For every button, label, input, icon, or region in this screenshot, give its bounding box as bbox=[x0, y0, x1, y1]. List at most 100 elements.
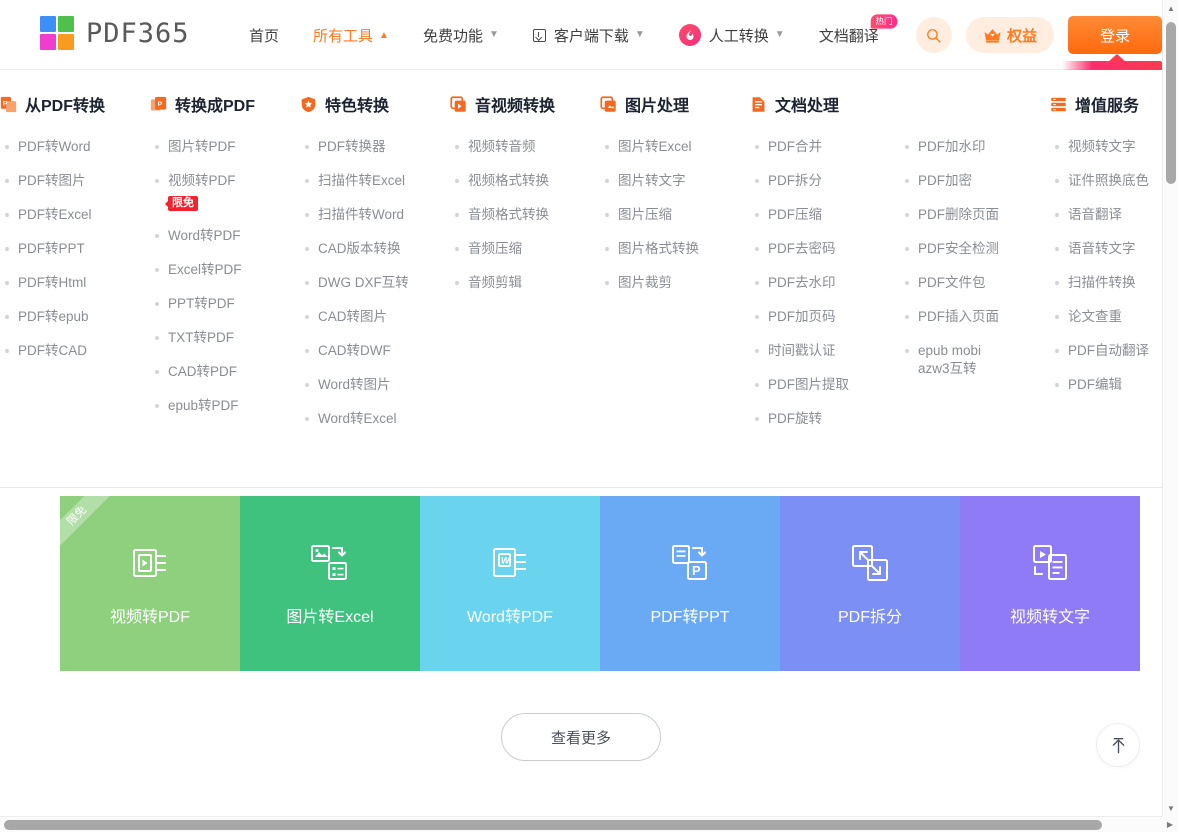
mega-menu-item[interactable]: PDF转Word bbox=[0, 138, 150, 156]
mega-menu-item[interactable]: Word转图片 bbox=[300, 376, 450, 394]
nav-item-all-tools[interactable]: 所有工具 ▲ bbox=[296, 0, 406, 70]
mega-menu-item-label: PDF转CAD bbox=[18, 343, 88, 358]
mega-menu-item-label: PDF转Excel bbox=[18, 207, 92, 222]
mega-menu-item[interactable]: CAD转PDF bbox=[150, 363, 300, 381]
mega-menu-item[interactable]: TXT转PDF bbox=[150, 329, 300, 347]
mega-menu-item[interactable]: PDF去水印 bbox=[750, 274, 900, 292]
mega-menu-item[interactable]: PDF自动翻译 bbox=[1050, 342, 1162, 360]
mega-column-title: 文档处理 bbox=[775, 98, 840, 115]
mega-menu-item[interactable]: 视频转PDF 限免 bbox=[150, 172, 300, 211]
bullet-icon bbox=[605, 281, 609, 285]
mega-menu-item[interactable]: PDF压缩 bbox=[750, 206, 900, 224]
mega-menu-item[interactable]: PDF文件包 bbox=[900, 274, 1050, 292]
mega-menu-item[interactable]: CAD转图片 bbox=[300, 308, 450, 326]
featured-tool-tile[interactable]: 视频转文字 bbox=[960, 496, 1140, 671]
bullet-icon bbox=[755, 417, 759, 421]
mega-column-header: P 从PDF转换 bbox=[0, 92, 150, 116]
mega-menu-item[interactable]: Word转PDF bbox=[150, 227, 300, 245]
mega-menu-item[interactable]: 音频格式转换 bbox=[450, 206, 600, 224]
vertical-scrollbar-thumb[interactable] bbox=[1166, 22, 1176, 184]
mega-menu-item[interactable]: 论文查重 bbox=[1050, 308, 1162, 326]
bullet-icon bbox=[1055, 179, 1059, 183]
mega-menu-item[interactable]: PPT转PDF bbox=[150, 295, 300, 313]
vertical-scrollbar[interactable]: ▲ ▼ bbox=[1162, 0, 1178, 816]
mega-menu-item[interactable]: PDF加页码 bbox=[750, 308, 900, 326]
mega-menu-item[interactable]: PDF删除页面 bbox=[900, 206, 1050, 224]
horizontal-scrollbar[interactable] bbox=[0, 816, 1162, 832]
mega-menu-item[interactable]: Excel转PDF bbox=[150, 261, 300, 279]
mega-menu-item[interactable]: 语音翻译 bbox=[1050, 206, 1162, 224]
login-button[interactable]: 登录 bbox=[1068, 16, 1162, 54]
mega-menu-item[interactable]: PDF编辑 bbox=[1050, 376, 1162, 394]
nav-item-free-features[interactable]: 免费功能 ▼ bbox=[406, 0, 516, 70]
mega-menu-item[interactable]: PDF去密码 bbox=[750, 240, 900, 258]
mega-menu-item[interactable]: PDF转CAD bbox=[0, 342, 150, 360]
mega-menu-item-label: PDF插入页面 bbox=[918, 309, 999, 324]
search-button[interactable] bbox=[915, 17, 952, 53]
mega-menu-item[interactable]: 证件照换底色 bbox=[1050, 172, 1162, 190]
back-to-top-button[interactable] bbox=[1096, 723, 1140, 767]
mega-menu-item[interactable]: PDF拆分 bbox=[750, 172, 900, 190]
mega-menu-item[interactable]: 图片格式转换 bbox=[600, 240, 750, 258]
mega-menu-item[interactable]: epub mobi azw3互转 bbox=[900, 342, 1010, 378]
mega-menu-item[interactable]: 图片压缩 bbox=[600, 206, 750, 224]
site-logo[interactable]: PDF365 bbox=[40, 16, 190, 50]
nav-item-client-download[interactable]: 客户端下载 ▼ bbox=[516, 0, 662, 70]
mega-menu-item[interactable]: 图片裁剪 bbox=[600, 274, 750, 292]
mega-menu-item[interactable]: 视频格式转换 bbox=[450, 172, 600, 190]
mega-menu-item[interactable]: PDF安全检测 bbox=[900, 240, 1050, 258]
nav-item-home[interactable]: 首页 bbox=[232, 0, 296, 70]
mega-menu-item[interactable]: 扫描件转Word bbox=[300, 206, 450, 224]
mega-menu-item[interactable]: PDF加密 bbox=[900, 172, 1050, 190]
featured-tool-tile[interactable]: 视频转PDF 限免 bbox=[60, 496, 240, 671]
mega-menu-item[interactable]: 视频转文字 bbox=[1050, 138, 1162, 156]
mega-menu-item-label: TXT转PDF bbox=[168, 330, 234, 345]
horizontal-scrollbar-thumb[interactable] bbox=[4, 820, 1102, 830]
mega-menu-item[interactable]: 扫描件转换 bbox=[1050, 274, 1162, 292]
featured-tool-tile[interactable]: W Word转PDF bbox=[420, 496, 600, 671]
mega-menu-item[interactable]: PDF转Html bbox=[0, 274, 150, 292]
scroll-right-arrow[interactable]: ▶ bbox=[1162, 816, 1178, 832]
mega-menu-item[interactable]: 视频转音频 bbox=[450, 138, 600, 156]
mega-menu-item[interactable]: 图片转文字 bbox=[600, 172, 750, 190]
value-added-icon bbox=[1051, 97, 1066, 111]
bullet-icon bbox=[905, 179, 909, 183]
mega-menu-item[interactable]: Word转Excel bbox=[300, 410, 450, 428]
mega-menu-item[interactable]: PDF旋转 bbox=[750, 410, 900, 428]
rights-button[interactable]: 权益 bbox=[965, 17, 1054, 53]
mega-menu-item[interactable]: epub转PDF bbox=[150, 397, 300, 415]
featured-tool-tile[interactable]: P PDF转PPT bbox=[600, 496, 780, 671]
featured-tool-tile[interactable]: PDF拆分 bbox=[780, 496, 960, 671]
browser-page: PDF365 首页 所有工具 ▲ 免费功能 ▼ 客户端下载 ▼ 人工转换 ▼ 文… bbox=[0, 0, 1178, 832]
mega-menu-item[interactable]: 音频压缩 bbox=[450, 240, 600, 258]
mega-menu-item[interactable]: PDF加水印 bbox=[900, 138, 1050, 156]
mega-menu-item[interactable]: PDF转换器 bbox=[300, 138, 450, 156]
search-icon bbox=[927, 28, 942, 43]
mega-menu-item[interactable]: PDF图片提取 bbox=[750, 376, 900, 394]
view-more-button[interactable]: 查看更多 bbox=[501, 713, 661, 761]
mega-menu-item[interactable]: PDF转PPT bbox=[0, 240, 150, 258]
mega-menu-item[interactable]: CAD版本转换 bbox=[300, 240, 450, 258]
mega-menu-item[interactable]: 语音转文字 bbox=[1050, 240, 1162, 258]
bullet-icon bbox=[5, 247, 9, 251]
scroll-down-arrow[interactable]: ▼ bbox=[1163, 800, 1178, 816]
mega-menu-item[interactable]: CAD转DWF bbox=[300, 342, 450, 360]
mega-menu-item[interactable]: PDF转图片 bbox=[0, 172, 150, 190]
mega-menu-item[interactable]: 扫描件转Excel bbox=[300, 172, 450, 190]
mega-menu-item[interactable]: PDF合并 bbox=[750, 138, 900, 156]
mega-menu-item[interactable]: DWG DXF互转 bbox=[300, 274, 450, 292]
mega-menu-item[interactable]: PDF插入页面 bbox=[900, 308, 1050, 326]
featured-tool-tile[interactable]: 图片转Excel bbox=[240, 496, 420, 671]
mega-menu-item[interactable]: 时间戳认证 bbox=[750, 342, 900, 360]
mega-menu-item[interactable]: PDF转Excel bbox=[0, 206, 150, 224]
mega-menu-item[interactable]: 图片转Excel bbox=[600, 138, 750, 156]
mega-menu-item-label: Word转Excel bbox=[318, 411, 397, 426]
login-label: 登录 bbox=[1099, 27, 1130, 45]
nav-item-doc-translate[interactable]: 文档翻译 热门 bbox=[802, 0, 898, 70]
mega-menu-item[interactable]: 音频剪辑 bbox=[450, 274, 600, 292]
mega-menu-item-label: PDF拆分 bbox=[768, 173, 822, 188]
scroll-up-arrow[interactable]: ▲ bbox=[1163, 0, 1178, 16]
nav-item-manual-conversion[interactable]: 人工转换 ▼ bbox=[662, 0, 802, 70]
mega-menu-item[interactable]: 图片转PDF bbox=[150, 138, 300, 156]
mega-menu-item[interactable]: PDF转epub bbox=[0, 308, 150, 326]
